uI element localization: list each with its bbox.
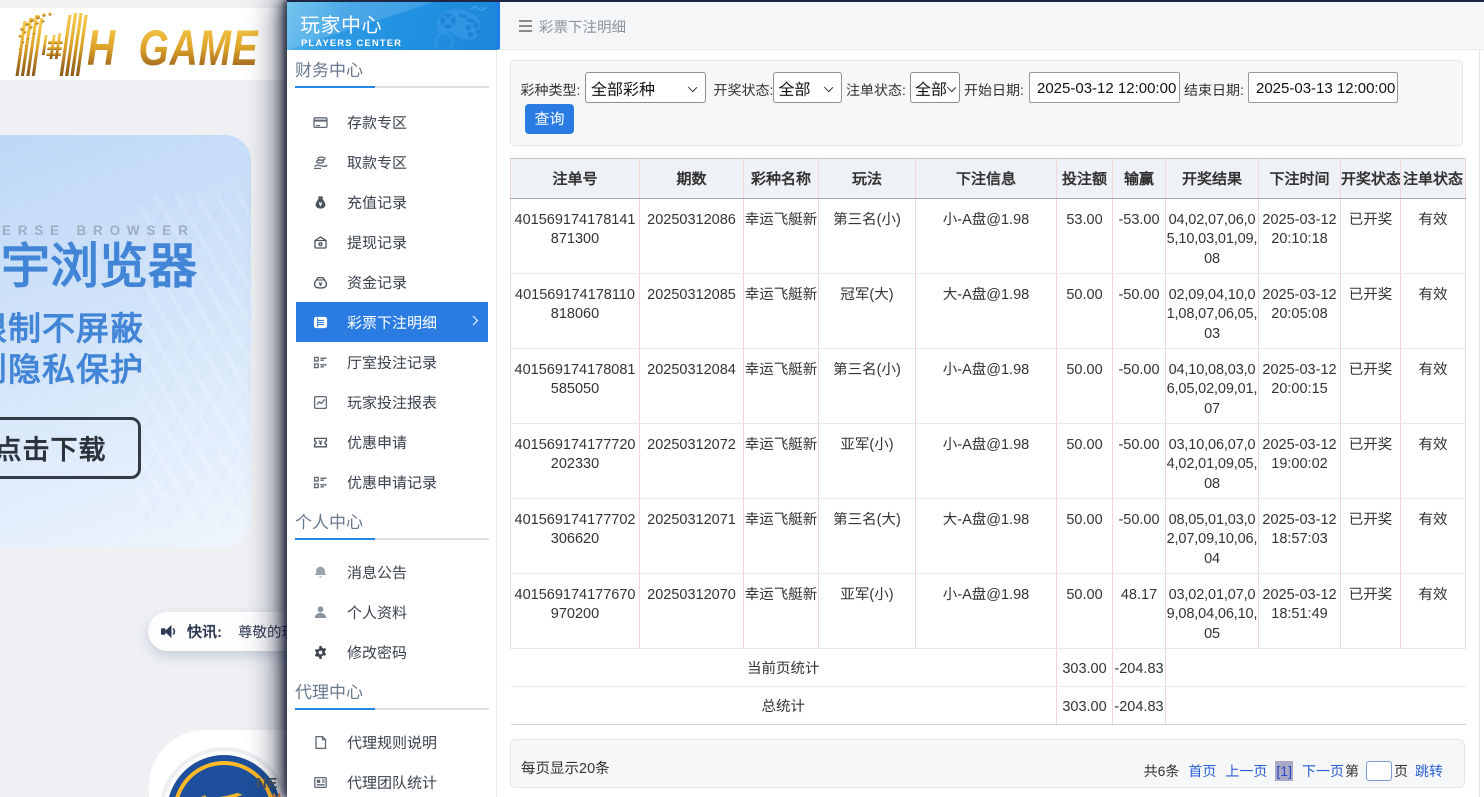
svg-text:H GAME: H GAME — [87, 19, 260, 76]
